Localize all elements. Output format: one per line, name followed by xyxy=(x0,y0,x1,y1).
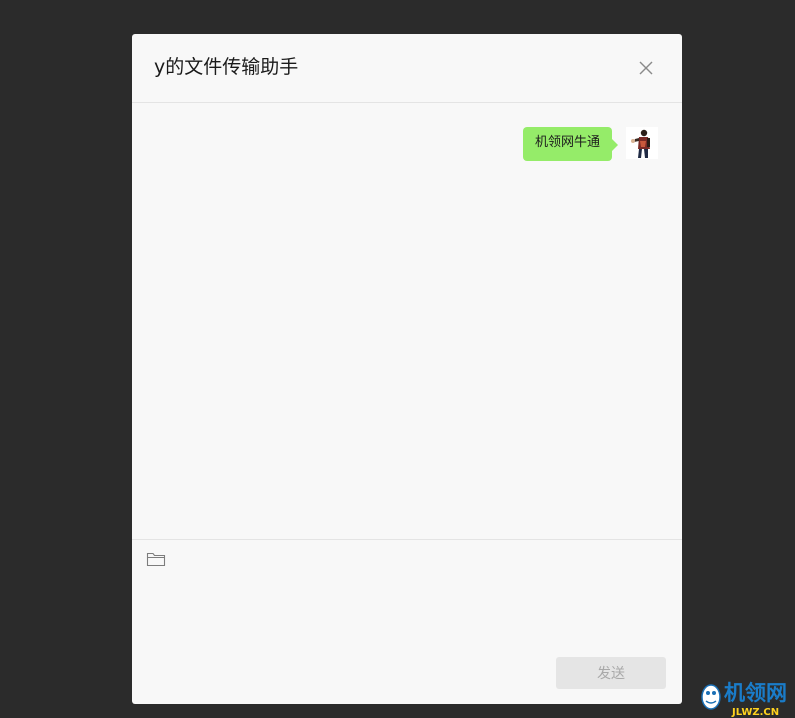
message-row: 机领网牛通 xyxy=(522,127,658,161)
send-button[interactable]: 发送 xyxy=(556,657,666,689)
folder-icon xyxy=(146,552,166,567)
dialog-header: y的文件传输助手 xyxy=(132,34,682,103)
avatar-image xyxy=(626,127,658,159)
close-button[interactable] xyxy=(634,56,658,80)
avatar[interactable] xyxy=(626,127,658,159)
watermark-brand: 机领网 xyxy=(724,681,787,705)
message-bubble[interactable]: 机领网牛通 xyxy=(522,127,619,161)
watermark-logo: 机领网 JLWZ.CN xyxy=(698,678,795,718)
watermark-mascot-icon: 机领网 JLWZ.CN xyxy=(701,681,787,718)
chat-area[interactable]: 机领网牛通 xyxy=(132,103,682,539)
file-transfer-dialog: y的文件传输助手 机领网牛通 发送 xyxy=(132,34,682,704)
watermark-domain: JLWZ.CN xyxy=(731,707,779,718)
dialog-title: y的文件传输助手 xyxy=(154,56,299,78)
close-icon xyxy=(639,61,653,75)
input-area: 发送 xyxy=(132,539,682,704)
folder-button[interactable] xyxy=(146,550,166,568)
message-input[interactable] xyxy=(146,576,670,650)
